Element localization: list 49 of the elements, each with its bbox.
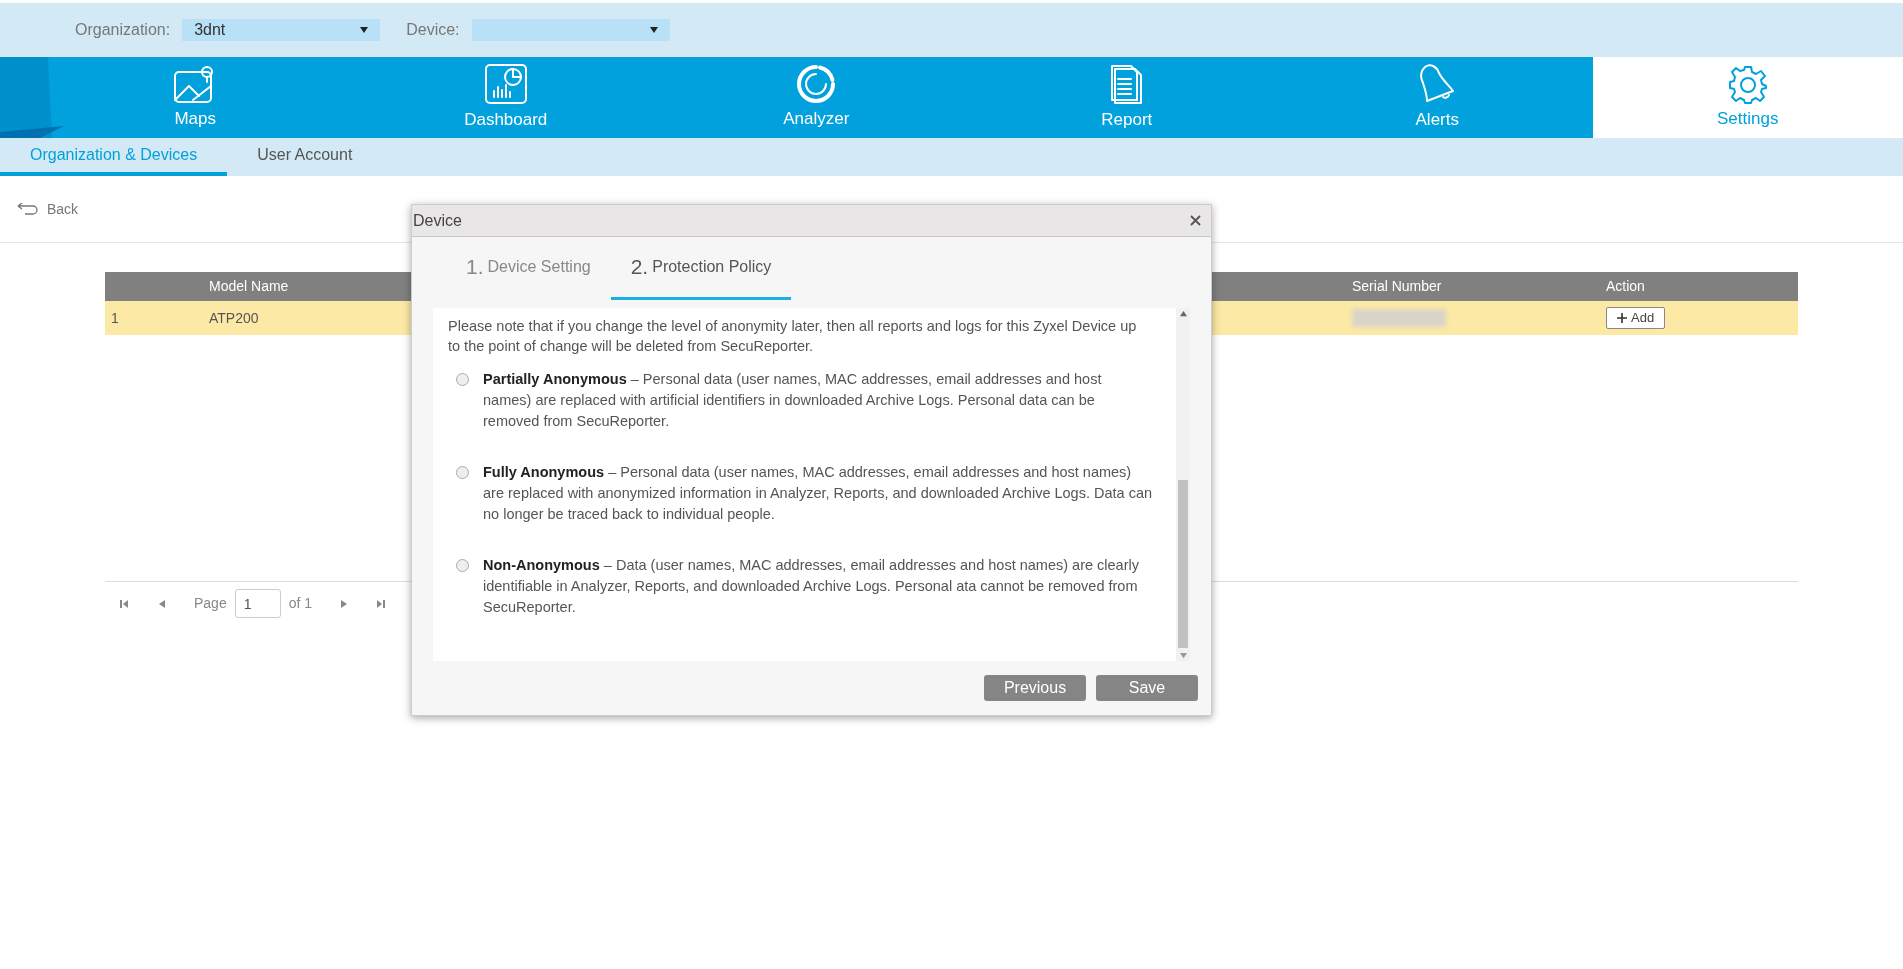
scrollbar-thumb[interactable]	[1178, 480, 1188, 648]
sub-tab[interactable]: User Account	[227, 138, 383, 176]
page-count: of 1	[288, 594, 313, 613]
nav-tab[interactable]: Dashboard	[350, 57, 661, 138]
first-page-icon[interactable]	[119, 599, 130, 608]
caret-icon	[360, 26, 369, 34]
column-header: Action	[1606, 277, 1645, 296]
column-header: Serial Number	[1352, 277, 1442, 296]
table-cell-text: ATP200	[209, 308, 259, 328]
back-arrow-icon	[17, 203, 39, 215]
settings-icon	[1727, 63, 1768, 104]
caret-icon	[649, 26, 658, 34]
sub-tab[interactable]: Organization & Devices	[0, 138, 228, 176]
nav-tab[interactable]: Report	[971, 57, 1282, 138]
column-header: Model Name	[209, 277, 289, 296]
scroll-down-icon[interactable]	[1179, 652, 1187, 659]
page-label: Page	[194, 594, 227, 613]
option-description: Non-Anonymous – Data (user names, MAC addresses, email addresses and host names) are clearly identifiable in Analyzer, Reports, and downloaded Archive Logs. Personal ata cannot be removed from SecuReporter.	[483, 556, 1140, 617]
step-tab[interactable]: 1. Device Setting	[446, 237, 611, 300]
nav-tab[interactable]: Maps	[40, 57, 351, 138]
page-input[interactable]: 1	[234, 589, 281, 618]
radio-button[interactable]	[456, 466, 469, 479]
filter-dropdown[interactable]: 3dnt	[182, 19, 381, 41]
last-page-icon[interactable]	[376, 599, 388, 608]
document-icon	[1108, 62, 1145, 105]
option-description: Partially Anonymous – Personal data (user names, MAC addresses, email addresses and host names) are replaced with artificial identifiers in downloaded Archive Logs. Personal data can be removed from SecuReporter.	[483, 370, 1103, 431]
anonymity-note: Please note that if you change the level of anonymity later, then all reports and logs for this Zyxel Device up to the point of change will be deleted from SecuReporter.	[448, 317, 1138, 356]
filter-label: Organization:	[75, 20, 171, 40]
option-description: Fully Anonymous – Personal data (user names, MAC addresses, email addresses and host names) are replaced with anonymized information in Analyzer, Reports, and downloaded Archive Logs. Data can no longer be traced back to individual people.	[483, 463, 1152, 524]
dialog-title: Device	[413, 210, 462, 231]
previous-page-icon[interactable]	[158, 599, 166, 608]
close-icon[interactable]	[1190, 215, 1201, 226]
radio-button[interactable]	[456, 559, 469, 572]
nav-tab[interactable]: Alerts	[1282, 57, 1593, 138]
scroll-up-icon[interactable]	[1179, 310, 1187, 317]
donut-chart-icon	[796, 63, 837, 104]
add-button[interactable]: Add	[1606, 307, 1666, 329]
nav-tab[interactable]: Analyzer	[661, 57, 972, 138]
plus-icon	[1617, 313, 1627, 323]
dashboard-icon	[483, 62, 528, 105]
table-cell-text: 1	[110, 308, 119, 328]
dialog-button[interactable]: Previous	[984, 675, 1086, 701]
step-tab[interactable]: 2. Protection Policy	[610, 237, 792, 300]
filter-label: Device:	[406, 20, 460, 40]
next-page-icon[interactable]	[340, 599, 349, 608]
dialog-button[interactable]: Save	[1096, 675, 1198, 701]
radio-button[interactable]	[456, 373, 469, 386]
nav-tab[interactable]: Settings	[1592, 57, 1903, 138]
back-link[interactable]: Back	[17, 198, 79, 220]
